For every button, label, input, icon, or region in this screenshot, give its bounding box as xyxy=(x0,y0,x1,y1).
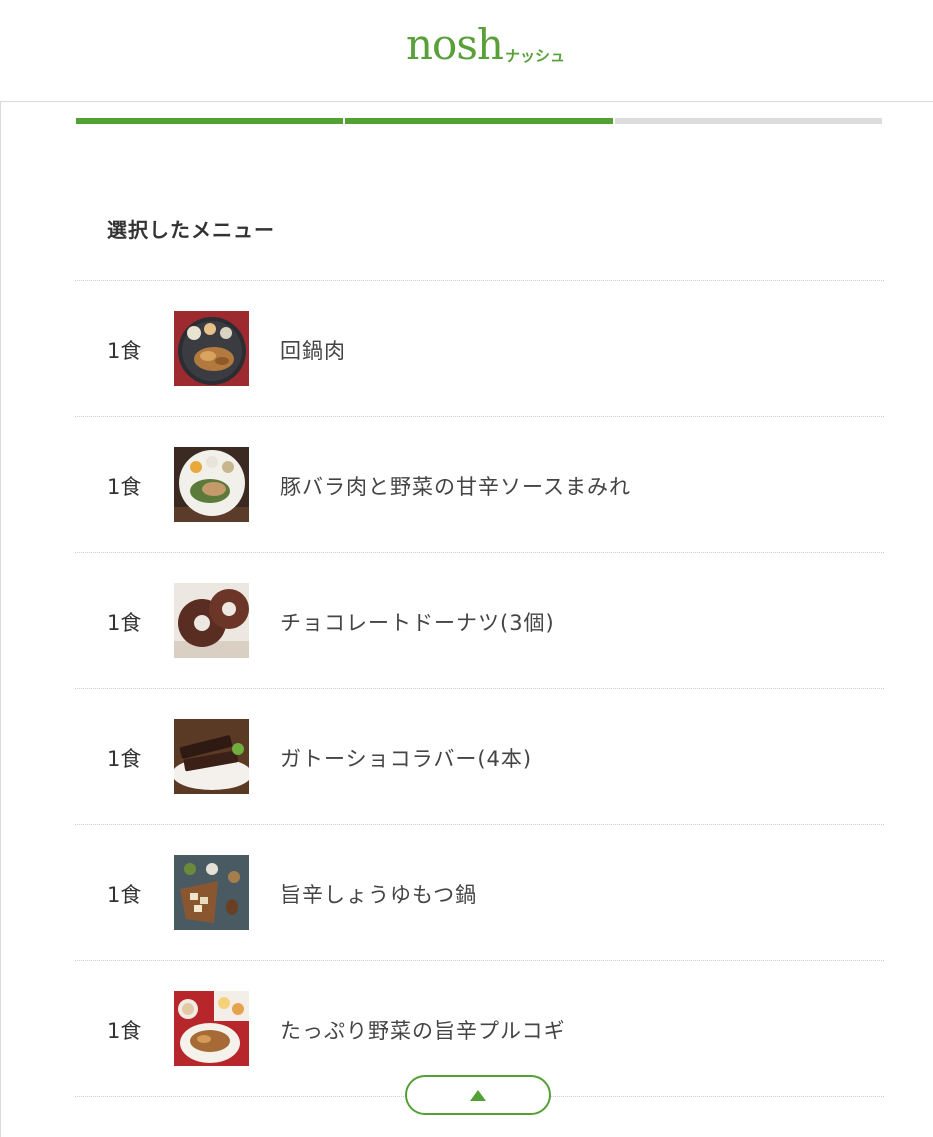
item-quantity: 1食 xyxy=(107,339,142,363)
list-item: 1食 旨辛しょうゆもつ鍋 xyxy=(75,825,884,961)
scroll-to-top-button[interactable] xyxy=(405,1075,551,1115)
item-quantity: 1食 xyxy=(107,611,142,635)
step-progress-bar xyxy=(76,118,882,124)
content-left-border xyxy=(0,101,1,1137)
food-photo-chocolate-donut-icon xyxy=(174,583,249,658)
item-quantity: 1食 xyxy=(107,1019,142,1043)
item-quantity: 1食 xyxy=(107,883,142,907)
list-item: 1食 豚バラ肉と野菜の甘辛ソースまみれ xyxy=(75,417,884,553)
list-item: 1食 ガトーショコラバー(4本) xyxy=(75,689,884,825)
item-quantity: 1食 xyxy=(107,747,142,771)
progress-step-1 xyxy=(76,118,344,124)
item-name: ガトーショコラバー(4本) xyxy=(280,747,533,771)
food-photo-gateau-chocolat-icon xyxy=(174,719,249,794)
item-name: 回鍋肉 xyxy=(280,339,346,363)
selected-menu-heading: 選択したメニュー xyxy=(107,218,275,242)
item-name: 旨辛しょうゆもつ鍋 xyxy=(280,883,478,907)
list-item: 1食 チョコレートドーナツ(3個) xyxy=(75,553,884,689)
food-photo-pork-belly-icon xyxy=(174,447,249,522)
food-photo-bulgogi-icon xyxy=(174,991,249,1066)
item-name: 豚バラ肉と野菜の甘辛ソースまみれ xyxy=(280,475,631,499)
item-name: チョコレートドーナツ(3個) xyxy=(280,611,555,635)
logo-katakana: ナッシュ xyxy=(504,47,565,65)
item-quantity: 1食 xyxy=(107,475,142,499)
food-photo-motsunabe-icon xyxy=(174,855,249,930)
site-header: nosh ナッシュ xyxy=(0,0,933,102)
nosh-logo[interactable]: nosh ナッシュ xyxy=(406,22,565,68)
item-name: たっぷり野菜の旨辛プルコギ xyxy=(280,1019,566,1043)
logo-wordmark: nosh xyxy=(406,20,504,69)
food-photo-hoikoro-icon xyxy=(174,311,249,386)
up-triangle-icon xyxy=(470,1089,486,1101)
list-item: 1食 回鍋肉 xyxy=(75,281,884,417)
progress-step-3 xyxy=(614,118,882,124)
progress-step-2 xyxy=(345,118,613,124)
selected-menu-list: 1食 回鍋肉 1食 豚バラ肉と野菜の甘辛ソースまみれ 1食 チョコレートドーナツ… xyxy=(75,280,884,1097)
